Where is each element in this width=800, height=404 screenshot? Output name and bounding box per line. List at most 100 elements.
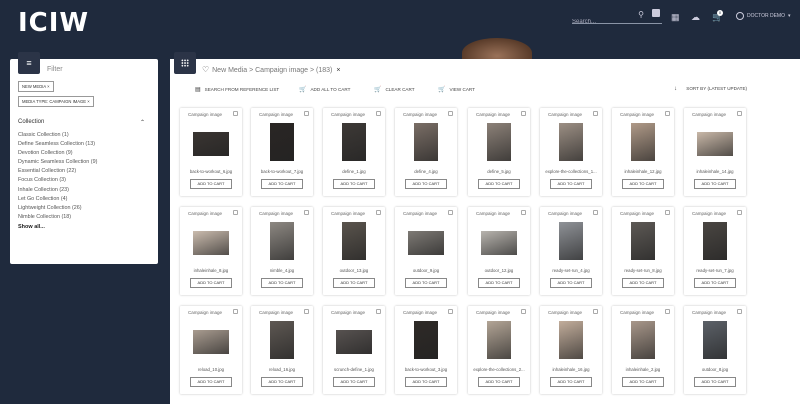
- media-card[interactable]: Campaign image define_4.jpg ADD TO CART: [395, 108, 457, 196]
- grid-layout-button[interactable]: [174, 52, 196, 74]
- media-card[interactable]: Campaign image inhaleinhale_2.jpg ADD TO C…: [612, 306, 674, 394]
- add-to-cart-button[interactable]: ADD TO CART: [333, 179, 375, 189]
- select-checkbox[interactable]: [448, 210, 453, 215]
- filter-toggle-button[interactable]: ≡: [18, 52, 40, 74]
- media-thumbnail[interactable]: [336, 330, 372, 354]
- show-all-link[interactable]: Show all...: [18, 224, 45, 230]
- user-menu[interactable]: DOCTOR DEMO ▾: [736, 12, 790, 20]
- collection-item[interactable]: Lightweight Collection (26): [18, 204, 97, 213]
- view-cart-button[interactable]: 🛒 VIEW CART: [438, 86, 475, 93]
- collection-item[interactable]: Devotion Collection (9): [18, 149, 97, 158]
- media-card[interactable]: Campaign image back-to-workout_3.jpg ADD T…: [395, 306, 457, 394]
- add-to-cart-button[interactable]: ADD TO CART: [261, 377, 303, 387]
- media-thumbnail[interactable]: [487, 321, 511, 359]
- select-checkbox[interactable]: [737, 111, 742, 116]
- media-thumbnail[interactable]: [697, 132, 733, 156]
- clear-cart-button[interactable]: 🛒 CLEAR CART: [374, 86, 415, 93]
- add-to-cart-button[interactable]: ADD TO CART: [478, 179, 520, 189]
- media-card[interactable]: Campaign image ready-set-run_4.jpg ADD TO …: [540, 207, 602, 295]
- search-input[interactable]: [572, 19, 636, 25]
- collection-item[interactable]: Focus Collection (3): [18, 176, 97, 185]
- add-to-cart-button[interactable]: ADD TO CART: [333, 377, 375, 387]
- add-to-cart-button[interactable]: ADD TO CART: [190, 377, 232, 387]
- select-checkbox[interactable]: [665, 309, 670, 314]
- media-card[interactable]: Campaign image define_5.jpg ADD TO CART: [468, 108, 530, 196]
- select-checkbox[interactable]: [521, 111, 526, 116]
- collection-item[interactable]: Dynamic Seamless Collection (9): [18, 158, 97, 167]
- media-card[interactable]: Campaign image inhaleinhale_8.jpg ADD TO C…: [180, 207, 242, 295]
- media-thumbnail[interactable]: [414, 321, 438, 359]
- media-card[interactable]: Campaign image explore-the-collections_1.…: [540, 108, 602, 196]
- select-checkbox[interactable]: [737, 210, 742, 215]
- media-card[interactable]: Campaign image outdoor_9.jpg ADD TO CART: [395, 207, 457, 295]
- media-thumbnail[interactable]: [193, 132, 229, 156]
- collection-item[interactable]: Inhale Collection (23): [18, 186, 97, 195]
- select-checkbox[interactable]: [304, 309, 309, 314]
- select-checkbox[interactable]: [233, 111, 238, 116]
- select-checkbox[interactable]: [304, 111, 309, 116]
- media-card[interactable]: Campaign image nimble_4.jpg ADD TO CART: [251, 207, 313, 295]
- collection-item[interactable]: Let Go Collection (4): [18, 195, 97, 204]
- chevron-up-icon[interactable]: ⌃: [140, 119, 145, 126]
- media-card[interactable]: Campaign image outdoor_8.jpg ADD TO CART: [684, 306, 746, 394]
- media-card[interactable]: Campaign image ready-set-run_7.jpg ADD TO …: [684, 207, 746, 295]
- media-card[interactable]: Campaign image define_1.jpg ADD TO CART: [323, 108, 385, 196]
- media-thumbnail[interactable]: [193, 231, 229, 255]
- media-card[interactable]: Campaign image reload_10.jpg ADD TO CART: [180, 306, 242, 394]
- add-to-cart-button[interactable]: ADD TO CART: [405, 179, 447, 189]
- media-card[interactable]: Campaign image inhaleinhale_16.jpg ADD TO …: [540, 306, 602, 394]
- breadcrumb-text[interactable]: New Media > Campaign image > (183): [212, 67, 332, 74]
- add-to-cart-button[interactable]: ADD TO CART: [261, 278, 303, 288]
- media-thumbnail[interactable]: [703, 222, 727, 260]
- select-checkbox[interactable]: [233, 210, 238, 215]
- media-thumbnail[interactable]: [559, 222, 583, 260]
- add-to-cart-button[interactable]: ADD TO CART: [550, 377, 592, 387]
- image-search-icon[interactable]: [652, 9, 660, 17]
- add-to-cart-button[interactable]: ADD TO CART: [694, 278, 736, 288]
- add-to-cart-button[interactable]: ADD TO CART: [622, 377, 664, 387]
- grid-view-icon[interactable]: ▦: [671, 12, 680, 23]
- select-checkbox[interactable]: [521, 309, 526, 314]
- add-to-cart-button[interactable]: ADD TO CART: [190, 278, 232, 288]
- close-icon[interactable]: ×: [336, 67, 340, 74]
- filter-chip-media-type[interactable]: MEDIA TYPE: CAMPAIGN IMAGE ×: [18, 96, 94, 107]
- add-to-cart-button[interactable]: ADD TO CART: [694, 179, 736, 189]
- filter-chip-new-media[interactable]: NEW MEDIA ×: [18, 81, 54, 92]
- select-checkbox[interactable]: [665, 210, 670, 215]
- media-thumbnail[interactable]: [342, 123, 366, 161]
- select-checkbox[interactable]: [376, 111, 381, 116]
- sort-dropdown[interactable]: ↓ SORT BY (LATEST UPDATE): [674, 86, 747, 92]
- select-checkbox[interactable]: [593, 111, 598, 116]
- media-thumbnail[interactable]: [631, 123, 655, 161]
- media-card[interactable]: Campaign image ready-set-run_8.jpg ADD TO …: [612, 207, 674, 295]
- select-checkbox[interactable]: [593, 210, 598, 215]
- select-checkbox[interactable]: [593, 309, 598, 314]
- select-checkbox[interactable]: [376, 210, 381, 215]
- media-thumbnail[interactable]: [481, 231, 517, 255]
- add-to-cart-button[interactable]: ADD TO CART: [622, 278, 664, 288]
- add-to-cart-button[interactable]: ADD TO CART: [694, 377, 736, 387]
- media-card[interactable]: Campaign image inhaleinhale_12.jpg ADD TO …: [612, 108, 674, 196]
- collection-item[interactable]: Essential Collection (22): [18, 167, 97, 176]
- search-reference-button[interactable]: ▤ SEARCH FROM REFERENCE LIST: [195, 86, 279, 93]
- media-thumbnail[interactable]: [559, 321, 583, 359]
- media-thumbnail[interactable]: [414, 123, 438, 161]
- brand-logo[interactable]: ICIW: [18, 8, 89, 38]
- media-thumbnail[interactable]: [487, 123, 511, 161]
- media-card[interactable]: Campaign image scrunch-define_1.jpg ADD TO…: [323, 306, 385, 394]
- add-to-cart-button[interactable]: ADD TO CART: [190, 179, 232, 189]
- add-to-cart-button[interactable]: ADD TO CART: [405, 377, 447, 387]
- media-thumbnail[interactable]: [631, 321, 655, 359]
- media-thumbnail[interactable]: [342, 222, 366, 260]
- select-checkbox[interactable]: [737, 309, 742, 314]
- media-thumbnail[interactable]: [270, 222, 294, 260]
- collection-item[interactable]: Nimble Collection (18): [18, 213, 97, 222]
- add-to-cart-button[interactable]: ADD TO CART: [333, 278, 375, 288]
- select-checkbox[interactable]: [448, 309, 453, 314]
- add-to-cart-button[interactable]: ADD TO CART: [550, 179, 592, 189]
- media-thumbnail[interactable]: [270, 123, 294, 161]
- select-checkbox[interactable]: [448, 111, 453, 116]
- media-card[interactable]: Campaign image back-to-workout_7.jpg ADD T…: [251, 108, 313, 196]
- collection-item[interactable]: Define Seamless Collection (13): [18, 140, 97, 149]
- media-card[interactable]: Campaign image outdoor_12.jpg ADD TO CART: [468, 207, 530, 295]
